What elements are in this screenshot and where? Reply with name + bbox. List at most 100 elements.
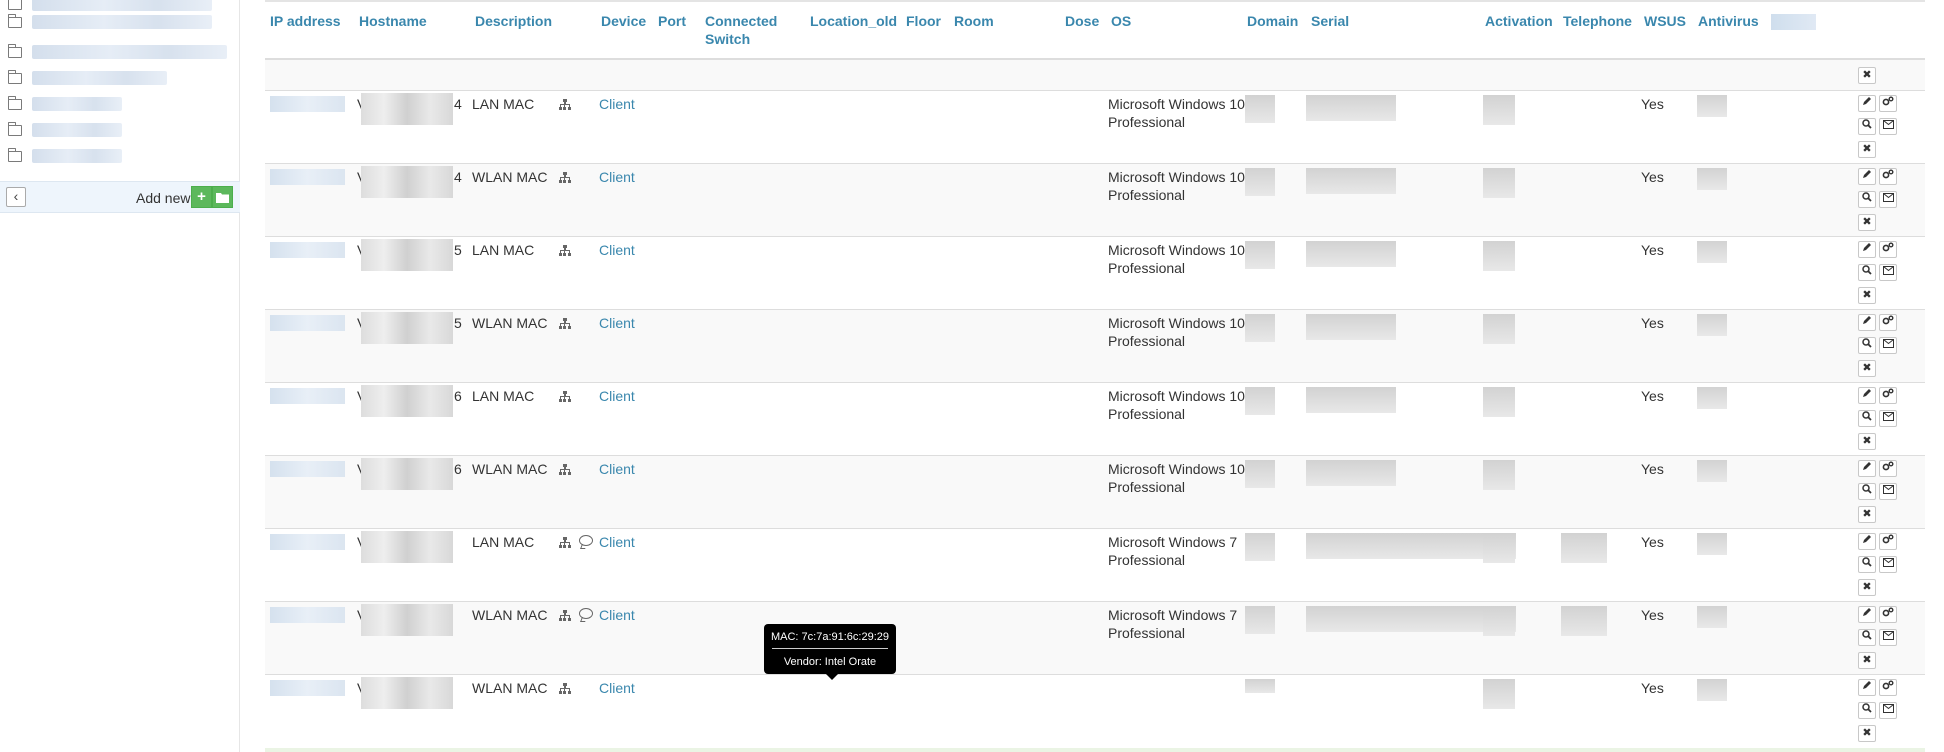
device-link[interactable]: Client <box>599 460 635 478</box>
device-link[interactable]: Client <box>599 387 635 405</box>
settings-button[interactable] <box>1879 95 1897 112</box>
mail-button[interactable] <box>1879 337 1897 354</box>
add-item-button[interactable]: + <box>191 186 212 208</box>
settings-button[interactable] <box>1879 460 1897 477</box>
mail-button[interactable] <box>1879 702 1897 719</box>
sidebar-folder-item[interactable] <box>8 42 227 62</box>
col-header-dose[interactable]: Dose <box>1065 12 1099 30</box>
device-link[interactable]: Client <box>599 679 635 697</box>
search-button[interactable] <box>1858 118 1876 135</box>
collapse-sidebar-button[interactable]: ‹ <box>6 187 26 207</box>
col-header-location-old[interactable]: Location_old <box>810 12 897 30</box>
col-header-serial[interactable]: Serial <box>1311 12 1349 30</box>
network-icon[interactable] <box>559 537 571 548</box>
search-button[interactable] <box>1858 702 1876 719</box>
col-header-connected-switch[interactable]: Connected Switch <box>705 12 785 48</box>
hostname-redacted[interactable] <box>361 312 453 344</box>
hostname-redacted[interactable] <box>361 166 453 198</box>
sidebar-folder-item[interactable] <box>8 68 167 88</box>
delete-button[interactable]: ✖ <box>1858 506 1876 523</box>
hostname-redacted[interactable] <box>361 531 453 563</box>
settings-button[interactable] <box>1879 679 1897 696</box>
ip-redacted[interactable] <box>270 169 345 185</box>
col-header-device[interactable]: Device <box>601 12 646 30</box>
delete-button[interactable]: ✖ <box>1858 360 1876 377</box>
ip-redacted[interactable] <box>270 315 345 331</box>
ip-redacted[interactable] <box>270 607 345 623</box>
col-header-antivirus[interactable]: Antivirus <box>1698 12 1759 30</box>
settings-button[interactable] <box>1879 606 1897 623</box>
col-header-room[interactable]: Room <box>954 12 994 30</box>
col-header-floor[interactable]: Floor <box>906 12 941 30</box>
search-button[interactable] <box>1858 337 1876 354</box>
sidebar-folder-item[interactable] <box>8 146 122 166</box>
network-icon[interactable] <box>559 245 571 256</box>
mail-button[interactable] <box>1879 264 1897 281</box>
mail-button[interactable] <box>1879 191 1897 208</box>
settings-button[interactable] <box>1879 314 1897 331</box>
device-link[interactable]: Client <box>599 241 635 259</box>
col-header-telephone[interactable]: Telephone <box>1563 12 1632 30</box>
delete-button[interactable]: ✖ <box>1858 725 1876 742</box>
settings-button[interactable] <box>1879 241 1897 258</box>
mail-button[interactable] <box>1879 410 1897 427</box>
ip-redacted[interactable] <box>270 461 345 477</box>
network-icon[interactable] <box>559 464 571 475</box>
edit-button[interactable] <box>1858 679 1876 696</box>
network-icon[interactable] <box>559 683 571 694</box>
hostname-redacted[interactable] <box>361 677 453 709</box>
delete-button[interactable]: ✖ <box>1858 287 1876 304</box>
device-link[interactable]: Client <box>599 168 635 186</box>
ip-redacted[interactable] <box>270 242 345 258</box>
edit-button[interactable] <box>1858 95 1876 112</box>
edit-button[interactable] <box>1858 460 1876 477</box>
mail-button[interactable] <box>1879 118 1897 135</box>
col-header-activation[interactable]: Activation <box>1485 12 1553 30</box>
edit-button[interactable] <box>1858 533 1876 550</box>
col-header-description[interactable]: Description <box>475 12 552 30</box>
mail-button[interactable] <box>1879 556 1897 573</box>
network-icon[interactable] <box>559 610 571 621</box>
hostname-redacted[interactable] <box>361 93 453 125</box>
col-header-ip[interactable]: IP address <box>270 12 341 30</box>
col-header-wsus[interactable]: WSUS <box>1644 12 1686 30</box>
mail-button[interactable] <box>1879 629 1897 646</box>
sidebar-folder-item[interactable] <box>8 120 122 140</box>
comment-icon[interactable] <box>579 535 593 546</box>
delete-button[interactable]: ✖ <box>1858 433 1876 450</box>
ip-redacted[interactable] <box>270 534 345 550</box>
device-link[interactable]: Client <box>599 606 635 624</box>
search-button[interactable] <box>1858 556 1876 573</box>
device-link[interactable]: Client <box>599 533 635 551</box>
search-button[interactable] <box>1858 264 1876 281</box>
edit-button[interactable] <box>1858 314 1876 331</box>
hostname-redacted[interactable] <box>361 458 453 490</box>
delete-button[interactable]: ✖ <box>1858 67 1876 84</box>
network-icon[interactable] <box>559 391 571 402</box>
settings-button[interactable] <box>1879 387 1897 404</box>
network-icon[interactable] <box>559 172 571 183</box>
edit-button[interactable] <box>1858 387 1876 404</box>
delete-button[interactable]: ✖ <box>1858 652 1876 669</box>
col-header-port[interactable]: Port <box>658 12 686 30</box>
network-icon[interactable] <box>559 99 571 110</box>
sidebar-folder-item[interactable] <box>8 94 122 114</box>
device-link[interactable]: Client <box>599 95 635 113</box>
settings-button[interactable] <box>1879 168 1897 185</box>
search-button[interactable] <box>1858 191 1876 208</box>
device-link[interactable]: Client <box>599 314 635 332</box>
col-header-hostname[interactable]: Hostname <box>359 12 427 30</box>
col-header-domain[interactable]: Domain <box>1247 12 1298 30</box>
settings-button[interactable] <box>1879 533 1897 550</box>
search-button[interactable] <box>1858 483 1876 500</box>
ip-redacted[interactable] <box>270 680 345 696</box>
edit-button[interactable] <box>1858 606 1876 623</box>
ip-redacted[interactable] <box>270 388 345 404</box>
mail-button[interactable] <box>1879 483 1897 500</box>
delete-button[interactable]: ✖ <box>1858 579 1876 596</box>
hostname-redacted[interactable] <box>361 604 453 636</box>
search-button[interactable] <box>1858 629 1876 646</box>
col-header-redacted[interactable] <box>1771 14 1816 30</box>
comment-icon[interactable] <box>579 608 593 619</box>
network-icon[interactable] <box>559 318 571 329</box>
